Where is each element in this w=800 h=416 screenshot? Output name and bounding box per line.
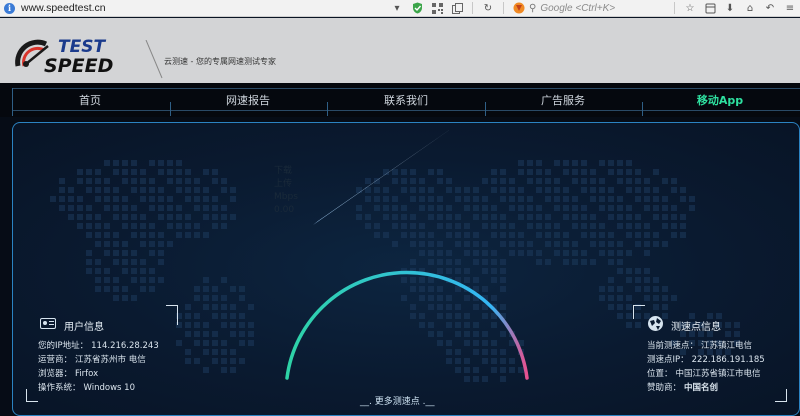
bookmark-star-icon[interactable]: ☆ (683, 1, 697, 15)
node-location-row: 位置： 中国江苏省镇江市电信 (647, 369, 761, 379)
search-input[interactable]: ⚲ Google <Ctrl+K> (529, 2, 669, 15)
sponsor-link[interactable]: 中国名创 (684, 383, 718, 393)
node-ip-row: 测速点IP： 222.186.191.185 (647, 355, 765, 365)
nav-item-home[interactable]: 首页 (40, 92, 140, 108)
download-icon[interactable]: ⬇ (723, 1, 737, 15)
reload-icon[interactable]: ↻ (481, 1, 495, 15)
user-os-row: 操作系统： Windows 10 (38, 383, 135, 393)
user-isp-row: 运营商： 江苏省苏州市 电信 (38, 355, 146, 365)
node-info-box: 测速点信息 当前测速点： 江苏镇江电信 测速点IP： 222.186.191.185… (633, 305, 787, 402)
site-tagline: 云测速 - 您的专属网速测试专家 (164, 57, 276, 66)
search-engine-icon[interactable] (512, 1, 526, 15)
nav-item-mobile-app[interactable]: 移动App (670, 92, 770, 108)
back-icon[interactable]: ↶ (763, 1, 777, 15)
gauge-arc (285, 270, 529, 380)
node-current-row: 当前测速点： 江苏镇江电信 (647, 341, 753, 351)
node-sponsor-row: 赞助商： 中国名创 (647, 383, 719, 393)
nav-item-advertising[interactable]: 广告服务 (513, 92, 613, 108)
nav-item-speed-report[interactable]: 网速报告 (198, 92, 298, 108)
node-info-title: 测速点信息 (671, 322, 721, 333)
logo-text-test: TEST (58, 37, 106, 57)
user-browser-row: 浏览器： Firfox (38, 369, 99, 379)
testspeed-logo[interactable]: TEST SPEED (14, 32, 139, 74)
qr-code-icon[interactable] (430, 1, 444, 15)
user-ip-row: 您的IP地址： 114.216.28.243 (38, 341, 159, 351)
more-nodes-link[interactable]: __. 更多测速点 .__ (360, 394, 434, 407)
logo-text-speed: SPEED (44, 55, 113, 74)
dropdown-arrow-icon[interactable]: ▾ (390, 1, 404, 15)
logo-divider (145, 40, 163, 79)
browser-toolbar: i www.speedtest.cn ▾ ↻ ⚲ Google <Ctrl+K>… (0, 0, 800, 17)
upload-label: 上传 (274, 179, 293, 189)
shield-icon[interactable] (410, 1, 424, 15)
site-info-icon[interactable]: i (4, 2, 15, 14)
gauge-readout: 下载 上传 Mbps 0.00 (274, 165, 314, 217)
reading-list-icon[interactable] (703, 1, 717, 15)
address-bar[interactable]: www.speedtest.cn (21, 2, 106, 14)
copy-icon[interactable] (450, 1, 464, 15)
download-label: 下载 (274, 166, 293, 176)
home-icon[interactable]: ⌂ (743, 1, 757, 15)
site-header: TEST SPEED (0, 18, 800, 87)
search-placeholder: Google <Ctrl+K> (540, 2, 616, 14)
id-card-icon (40, 318, 56, 329)
user-info-box: 用户信息 您的IP地址： 114.216.28.243 运营商： 江苏省苏州市 电信… (26, 305, 180, 402)
nav-item-contact[interactable]: 联系我们 (356, 92, 456, 108)
unit-label: Mbps (274, 192, 298, 202)
speed-value: 0.00 (274, 205, 295, 215)
user-info-title: 用户信息 (64, 322, 104, 333)
search-icon: ⚲ (529, 2, 537, 14)
gauge-needle (313, 126, 455, 225)
globe-icon (648, 316, 663, 331)
menu-icon[interactable]: ≡ (783, 1, 797, 15)
speed-gauge (285, 126, 529, 380)
